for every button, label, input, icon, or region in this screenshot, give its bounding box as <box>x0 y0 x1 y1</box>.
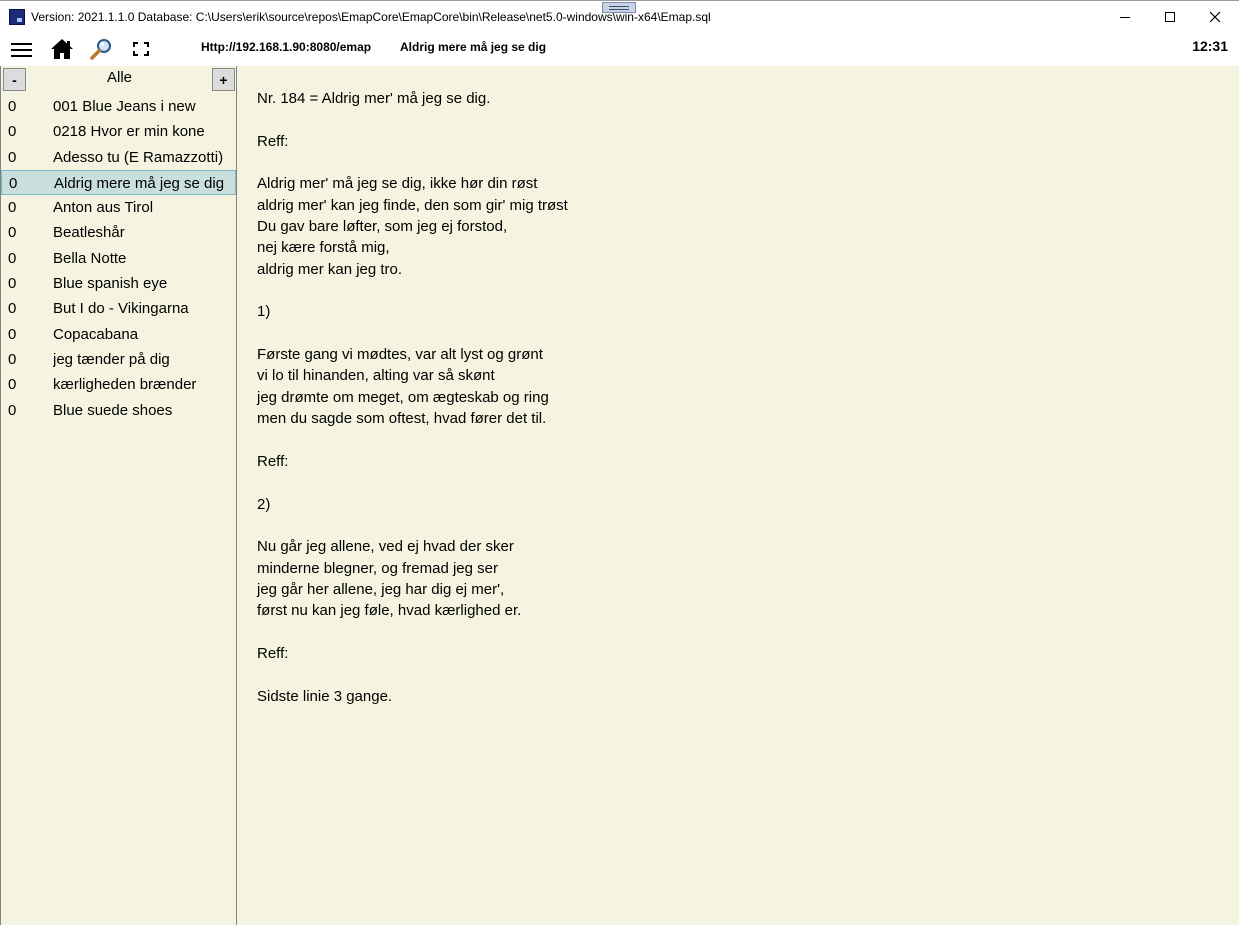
song-play-count: 0 <box>8 325 17 343</box>
song-list-item[interactable]: 0 Bella Notte <box>1 246 236 271</box>
magnifier-icon[interactable] <box>88 37 114 61</box>
lyrics-text: Nr. 184 = Aldrig mer' må jeg se dig. Reff… <box>257 88 1217 707</box>
maximize-button[interactable] <box>1147 1 1193 33</box>
lyric-line: minderne blegner, og fremad jeg ser <box>257 559 498 577</box>
home-icon[interactable] <box>49 37 75 61</box>
lyric-line: 2) <box>257 495 271 513</box>
song-list-item[interactable]: 0 Aldrig mere må jeg se dig <box>1 169 236 196</box>
minimize-icon <box>1120 16 1130 18</box>
lyric-line: Reff: <box>257 132 289 150</box>
lyric-line: Nr. 184 = Aldrig mer' må jeg se dig. <box>257 90 491 107</box>
song-list-item[interactable]: 0 Blue suede shoes <box>1 398 236 423</box>
lyrics-panel: Nr. 184 = Aldrig mer' må jeg se dig. Reff… <box>237 66 1239 925</box>
drag-handle[interactable] <box>602 2 636 13</box>
song-name: jeg tænder på dig <box>53 350 170 368</box>
lyric-line: aldrig mer' kan jeg finde, den som gir' … <box>257 196 568 214</box>
song-list-item[interactable]: 0 Copacabana <box>1 322 236 347</box>
lyric-line: aldrig mer kan jeg tro. <box>257 260 403 278</box>
song-play-count: 0 <box>8 98 17 115</box>
minimize-button[interactable] <box>1102 1 1148 33</box>
next-category-button[interactable]: + <box>212 68 235 91</box>
clock: 12:31 <box>1192 38 1228 54</box>
song-name: Copacabana <box>53 325 139 343</box>
previous-category-button[interactable]: - <box>3 68 26 91</box>
current-song-title: Aldrig mere må jeg se dig <box>400 40 547 54</box>
song-play-count: 0 <box>8 148 17 166</box>
lyric-line: Nu går jeg allene, ved ej hvad der sker <box>257 538 514 556</box>
song-play-count: 0 <box>8 224 17 242</box>
lyric-line: først nu kan jeg føle, hvad kærlighed er… <box>257 602 522 620</box>
song-list-item[interactable]: 0 001 Blue Jeans i new <box>1 94 236 119</box>
app-icon[interactable] <box>9 9 25 25</box>
lyric-line: Du gav bare løfter, som jeg ej forstod, <box>257 218 508 236</box>
song-play-count: 0 <box>8 199 17 217</box>
lyric-line: men du sagde som oftest, hvad fører det … <box>257 410 547 428</box>
song-play-count: 0 <box>8 376 17 394</box>
song-list-panel: - Alle + 0 001 Blue Jeans i new 0 0218 Hvor… <box>0 66 237 925</box>
app-window: Version: 2021.1.1.0 Database: C:\Users\e… <box>0 0 1239 925</box>
song-play-count: 0 <box>8 249 17 267</box>
song-play-count: 0 <box>8 123 17 141</box>
server-url[interactable]: Http://192.168.1.90:8080/emap <box>201 40 371 54</box>
lyric-line <box>257 323 1217 344</box>
fullscreen-icon[interactable] <box>128 37 154 61</box>
lyric-line <box>257 622 1217 643</box>
song-list-item[interactable]: 0 But I do - Vikingarna <box>1 296 236 321</box>
song-list-item[interactable]: 0 Blue spanish eye <box>1 271 236 296</box>
lyric-line: jeg går her allene, jeg har dig ej mer', <box>257 580 505 598</box>
maximize-icon <box>1165 12 1175 22</box>
lyric-line <box>257 664 1217 685</box>
hamburger-menu-icon[interactable] <box>9 37 35 61</box>
lyric-line <box>257 152 1217 173</box>
song-name: Blue suede shoes <box>53 401 173 419</box>
song-list-item[interactable]: 0 0218 Hvor er min kone <box>1 119 236 144</box>
song-name: Aldrig mere må jeg se dig <box>54 174 225 192</box>
song-name: Beatleshår <box>53 224 125 242</box>
close-button[interactable] <box>1192 1 1238 33</box>
song-list-item[interactable]: 0 Adesso tu (E Ramazzotti) <box>1 145 236 170</box>
song-name: 0218 Hvor er min kone <box>53 123 205 141</box>
song-list-item[interactable]: 0 Beatleshår <box>1 220 236 245</box>
song-play-count: 0 <box>8 401 17 419</box>
lyric-line <box>257 280 1217 301</box>
song-name: But I do - Vikingarna <box>53 300 189 318</box>
title-bar[interactable]: Version: 2021.1.1.0 Database: C:\Users\e… <box>0 0 1239 33</box>
song-list-item[interactable]: 0 kærligheden brænder <box>1 372 236 397</box>
lyric-line: Første gang vi mødtes, var alt lyst og g… <box>257 346 543 364</box>
lyric-line: Reff: <box>257 452 289 470</box>
lyric-line: nej kære forstå mig, <box>257 239 390 257</box>
lyric-line: Reff: <box>257 644 289 662</box>
lyric-line: vi lo til hinanden, alting var så skønt <box>257 367 495 385</box>
song-play-count: 0 <box>8 275 17 293</box>
lyric-line <box>257 515 1217 536</box>
category-title: Alle <box>106 69 132 86</box>
song-list-header: - Alle + <box>1 66 236 92</box>
song-name: Adesso tu (E Ramazzotti) <box>53 148 224 166</box>
song-name: Anton aus Tirol <box>53 199 154 217</box>
toolbar: Http://192.168.1.90:8080/emap Aldrig mer… <box>0 33 1239 66</box>
lyric-line <box>257 109 1217 130</box>
lyric-line: Sidste linie 3 gange. <box>257 687 393 705</box>
song-name: Blue spanish eye <box>53 275 168 293</box>
close-icon <box>1209 11 1221 23</box>
song-play-count: 0 <box>8 300 17 318</box>
song-name: kærligheden brænder <box>53 376 197 394</box>
song-name: 001 Blue Jeans i new <box>53 98 196 115</box>
song-list: 0 001 Blue Jeans i new 0 0218 Hvor er min k… <box>1 94 236 423</box>
lyric-line: jeg drømte om meget, om ægteskab og ring <box>257 388 549 406</box>
song-list-item[interactable]: 0 Anton aus Tirol <box>1 195 236 220</box>
lyric-line: Aldrig mer' må jeg se dig, ikke hør din … <box>257 175 538 193</box>
song-play-count: 0 <box>9 174 18 192</box>
song-play-count: 0 <box>8 350 17 368</box>
lyric-line <box>257 430 1217 451</box>
song-name: Bella Notte <box>53 249 127 267</box>
lyric-line: 1) <box>257 303 271 321</box>
lyric-line <box>257 472 1217 493</box>
song-list-item[interactable]: 0 jeg tænder på dig <box>1 347 236 372</box>
